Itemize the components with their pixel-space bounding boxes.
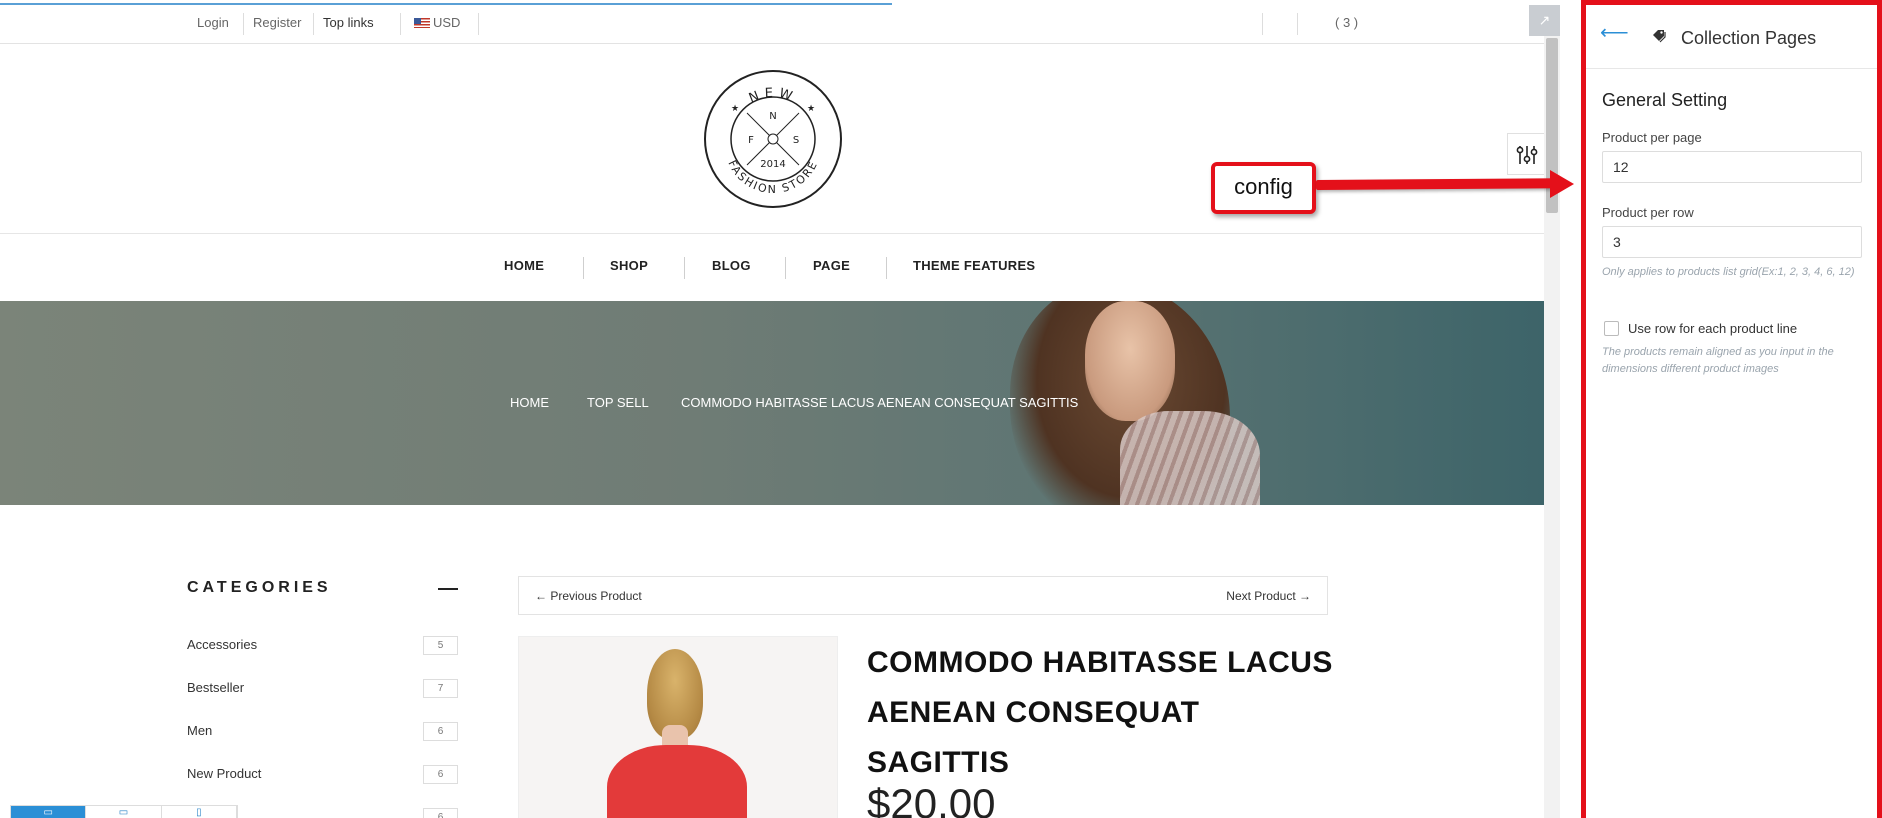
register-link[interactable]: Register — [253, 15, 301, 30]
divider — [313, 13, 314, 35]
category-count: 6 — [423, 722, 458, 741]
divider — [785, 257, 786, 279]
currency-selector[interactable]: USD — [414, 15, 460, 30]
callout-arrow — [1315, 178, 1561, 190]
nav-page[interactable]: PAGE — [813, 258, 850, 273]
category-link[interactable]: Bestseller — [187, 680, 244, 695]
next-product-link[interactable]: Next Product → — [1226, 589, 1311, 603]
divider — [886, 257, 887, 279]
logo-emblem: ★ ★ NEW FASHION STORE N F S 2014 — [704, 70, 842, 208]
categories-title: CATEGORIES — [187, 579, 332, 596]
tablet-view-button[interactable]: ▭ — [86, 806, 162, 818]
device-preview-switcher: ▭ ▭ ▯ — [10, 805, 238, 818]
product-title-line: COMMODO HABITASSE LACUS — [867, 646, 1333, 679]
top-bar: Login Register Top links USD ( 3 ) — [0, 5, 1544, 44]
us-flag-icon — [414, 18, 430, 28]
config-toggle-button[interactable] — [1507, 133, 1544, 175]
banner-image — [1085, 301, 1175, 421]
collapse-icon[interactable] — [438, 588, 458, 590]
product-title-line: AENEAN CONSEQUAT SAGITTIS — [867, 696, 1200, 779]
store-preview: Login Register Top links USD ( 3 ) ★ ★ N… — [0, 0, 1544, 818]
product-title: COMMODO HABITASSE LACUS AENEAN CONSEQUAT… — [867, 638, 1337, 788]
panel-title: Collection Pages — [1681, 28, 1817, 48]
settings-panel: ⟵ Collection Pages General Setting Produ… — [1581, 0, 1882, 818]
category-count: 6 — [423, 765, 458, 784]
category-link[interactable]: Men — [187, 723, 212, 738]
cart-count[interactable]: ( 3 ) — [1335, 15, 1358, 30]
product-image[interactable] — [518, 636, 838, 818]
category-count: 6 — [423, 808, 458, 818]
mobile-view-button[interactable]: ▯ — [162, 806, 237, 818]
product-per-row-label: Product per row — [1602, 205, 1694, 220]
nav-theme-features[interactable]: THEME FEATURES — [913, 258, 1035, 273]
svg-text:F: F — [748, 135, 754, 146]
desktop-view-button[interactable]: ▭ — [11, 806, 87, 818]
divider — [1297, 13, 1298, 35]
product-pagination: ← Previous Product Next Product → — [518, 576, 1328, 615]
svg-text:★: ★ — [807, 104, 815, 114]
callout-arrow-head — [1550, 170, 1574, 198]
previous-product-link[interactable]: ← Previous Product — [535, 589, 642, 603]
divider — [684, 257, 685, 279]
nav-shop[interactable]: SHOP — [610, 258, 648, 273]
divider — [583, 257, 584, 279]
use-row-label[interactable]: Use row for each product line — [1628, 321, 1797, 336]
product-price: $20.00 — [867, 780, 996, 818]
divider — [1262, 13, 1263, 35]
top-links-menu[interactable]: Top links — [323, 15, 374, 30]
svg-text:2014: 2014 — [760, 159, 785, 170]
section-title: General Setting — [1602, 90, 1728, 110]
breadcrumb-top-sell[interactable]: TOP SELL — [587, 395, 649, 410]
nav-home[interactable]: HOME — [504, 258, 544, 273]
product-per-page-label: Product per page — [1602, 130, 1702, 145]
category-count: 5 — [423, 636, 458, 655]
product-photo — [607, 745, 747, 818]
breadcrumb-current: COMMODO HABITASSE LACUS AENEAN CONSEQUAT… — [681, 395, 1079, 410]
use-row-help-text: The products remain aligned as you input… — [1602, 346, 1834, 375]
breadcrumb-home[interactable]: HOME — [510, 395, 549, 410]
category-count: 7 — [423, 679, 458, 698]
store-logo[interactable]: ★ ★ NEW FASHION STORE N F S 2014 — [703, 69, 843, 209]
svg-text:★: ★ — [731, 104, 739, 114]
svg-text:N: N — [769, 111, 776, 122]
tags-icon — [1653, 30, 1666, 43]
login-link[interactable]: Login — [197, 15, 229, 30]
divider — [478, 13, 479, 35]
config-callout: config — [1211, 162, 1316, 214]
use-row-checkbox[interactable] — [1604, 321, 1619, 336]
product-per-row-input[interactable]: 3 — [1602, 226, 1862, 258]
nav-blog[interactable]: BLOG — [712, 258, 751, 273]
banner-image — [1120, 411, 1260, 505]
sliders-icon — [1516, 146, 1538, 164]
svg-text:S: S — [793, 135, 799, 146]
per-row-help-text: Only applies to products list grid(Ex:1,… — [1602, 266, 1855, 278]
product-per-page-input[interactable]: 12 — [1602, 151, 1862, 183]
category-link[interactable]: Accessories — [187, 637, 257, 652]
svg-text:NEW: NEW — [747, 86, 799, 106]
divider — [400, 13, 401, 35]
category-link[interactable]: New Product — [187, 766, 261, 781]
panel-header: ⟵ Collection Pages — [1586, 5, 1877, 69]
back-arrow-icon[interactable]: ⟵ — [1600, 23, 1629, 43]
divider — [243, 13, 244, 35]
expand-icon[interactable]: ↗ — [1529, 5, 1560, 36]
currency-label: USD — [433, 15, 461, 30]
divider — [0, 233, 1544, 234]
